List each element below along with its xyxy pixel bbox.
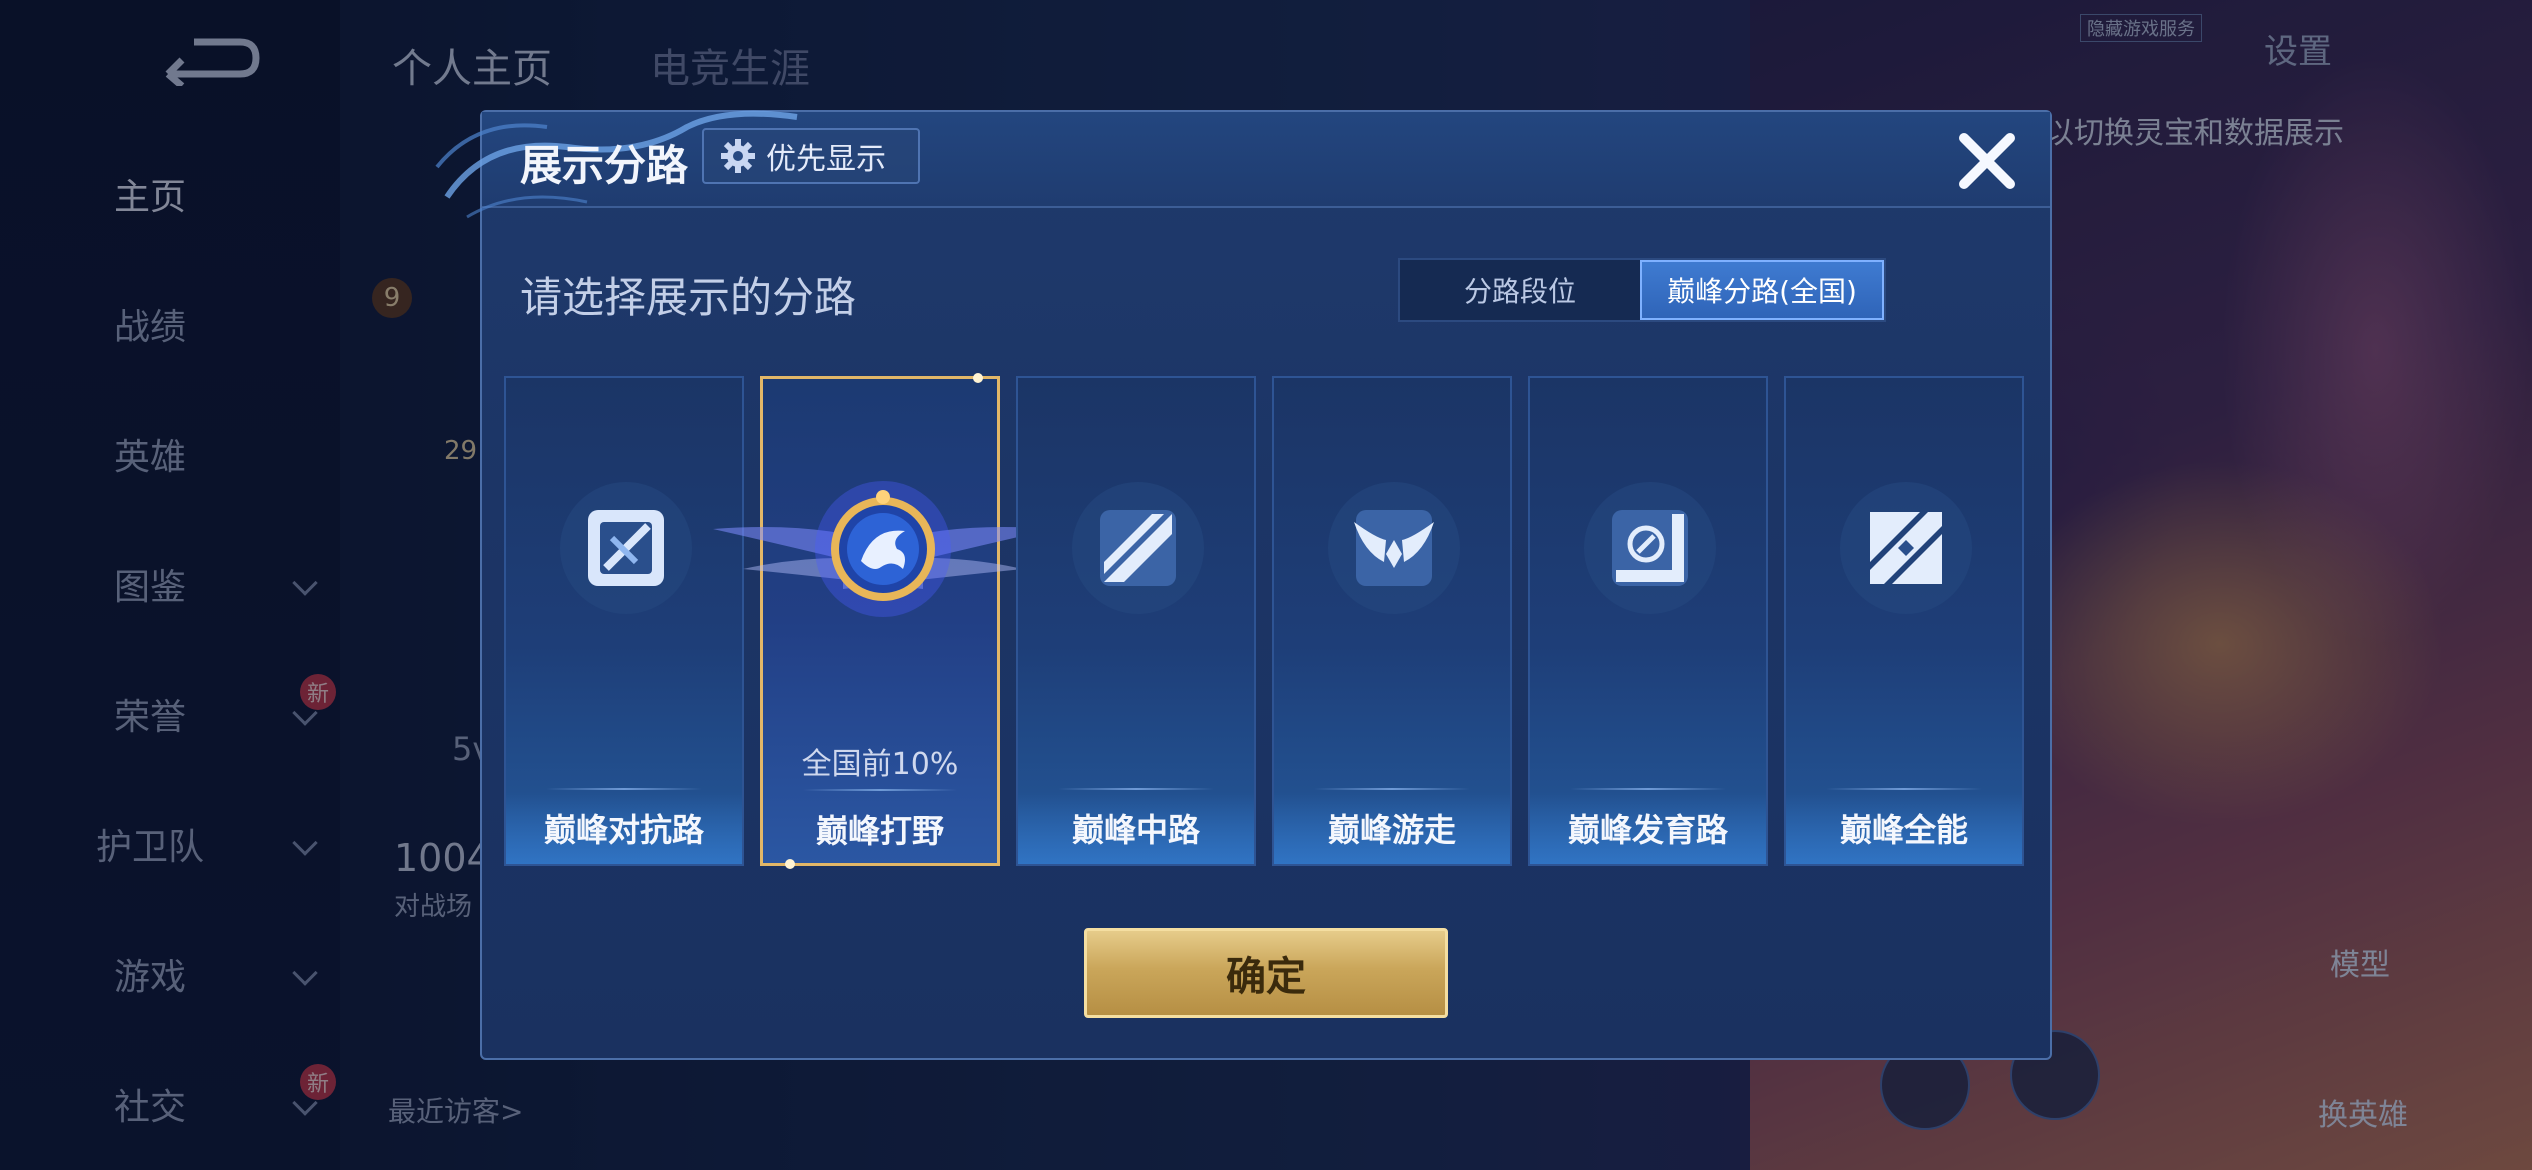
lane-card-label: 巅峰游走: [1327, 811, 1456, 849]
lane-card-label: 巅峰发育路: [1567, 811, 1728, 849]
card-divider: [546, 788, 702, 790]
mid-lane-icon: [1072, 482, 1204, 614]
corner-sparkle: [785, 859, 795, 869]
card-divider: [1570, 788, 1726, 790]
lane-card-label: 巅峰打野: [815, 812, 944, 850]
confirm-button[interactable]: 确定: [1084, 928, 1448, 1018]
lane-card-label: 巅峰全能: [1839, 811, 1968, 849]
lane-card-label: 巅峰中路: [1071, 811, 1200, 849]
all-round-icon: [1840, 482, 1972, 614]
priority-button-label: 优先显示: [766, 142, 886, 177]
priority-display-button[interactable]: 优先显示: [702, 128, 920, 184]
wings-roam-icon: [1328, 482, 1460, 614]
lane-display-dialog: 展示分路 优先显示 请选择展示的分路 分路段位 巅峰分路(全国) 巅峰对抗路 全…: [435, 110, 2052, 1060]
lane-card-list: 巅峰对抗路 全国前10% 巅峰打野 巅峰中路 巅峰游走 巅峰发育路 巅峰全能: [504, 373, 2034, 869]
corner-sparkle: [973, 373, 983, 383]
lane-card-roam[interactable]: 巅峰游走: [1272, 376, 1512, 866]
rank-percentile: 全国前10%: [801, 747, 959, 782]
dialog-subtitle: 请选择展示的分路: [520, 273, 857, 322]
sword-lane-icon: [560, 482, 692, 614]
card-divider: [1826, 788, 1982, 790]
card-divider: [803, 789, 957, 791]
dialog-header: 展示分路 优先显示: [435, 110, 2050, 219]
lane-card-mid[interactable]: 巅峰中路: [1016, 376, 1256, 866]
lane-card-farm[interactable]: 巅峰发育路: [1528, 376, 1768, 866]
lane-type-segmented-control: 分路段位 巅峰分路(全国): [1398, 258, 1886, 322]
dragon-jungle-emblem-icon: [815, 481, 951, 617]
lane-card-all-round[interactable]: 巅峰全能: [1784, 376, 2024, 866]
lane-card-jungle[interactable]: 全国前10% 巅峰打野: [713, 373, 1053, 869]
tab-lane-rank[interactable]: 分路段位: [1400, 260, 1640, 320]
target-farm-icon: [1584, 482, 1716, 614]
card-divider: [1314, 788, 1470, 790]
tab-peak-lane-national[interactable]: 巅峰分路(全国): [1640, 260, 1884, 320]
gear-icon: [721, 139, 755, 173]
dialog-title: 展示分路: [520, 141, 689, 190]
lane-card-top[interactable]: 巅峰对抗路: [504, 376, 744, 866]
lane-card-label: 巅峰对抗路: [543, 811, 704, 849]
card-divider: [1058, 788, 1214, 790]
close-icon[interactable]: [1952, 126, 2022, 196]
